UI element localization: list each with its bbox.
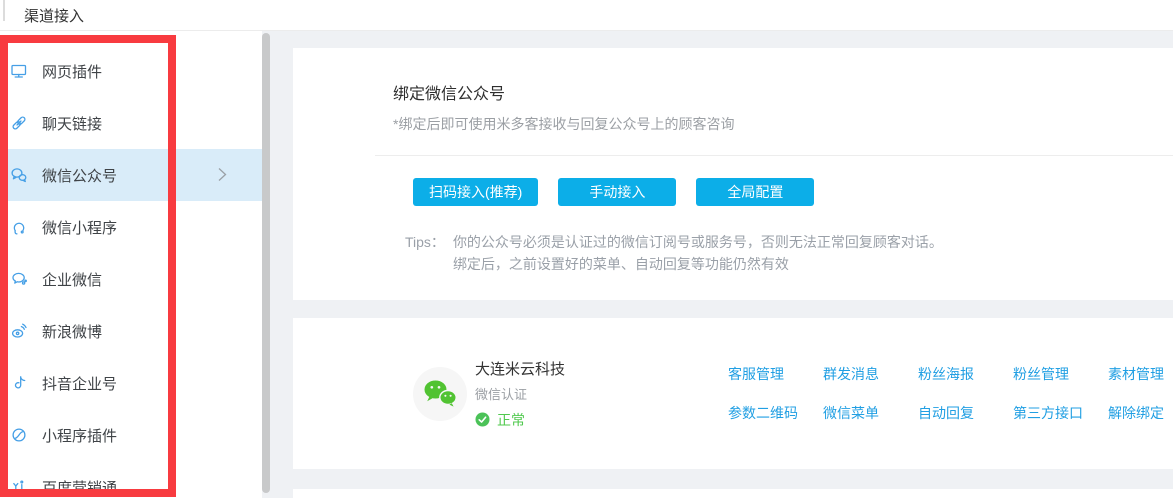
page-title: 渠道接入 xyxy=(24,5,84,26)
account-action-link[interactable]: 群发消息 xyxy=(823,364,879,384)
account-name: 大连米云科技 xyxy=(475,358,565,379)
channel-icon xyxy=(10,62,28,80)
wechat-logo-icon xyxy=(422,378,458,410)
account-action-link[interactable]: 粉丝管理 xyxy=(1013,364,1069,384)
sidebar-item-wecom[interactable]: 企业微信 xyxy=(0,253,262,305)
account-action-link[interactable]: 第三方接口 xyxy=(1013,403,1083,423)
connect-button-manual[interactable]: 手动接入 xyxy=(558,178,676,206)
account-action-link[interactable]: 参数二维码 xyxy=(728,403,798,423)
channel-icon xyxy=(10,322,28,340)
sidebar-item-wechat-miniprogram[interactable]: 微信小程序 xyxy=(0,201,262,253)
sidebar-item-label: 百度营销通 xyxy=(42,477,117,498)
card-title: 绑定微信公众号 xyxy=(393,80,1173,104)
bind-wechat-card: 绑定微信公众号 *绑定后即可使用米多客接收与回复公众号上的顾客咨询 扫码接入(推… xyxy=(293,48,1173,300)
connect-button-scan[interactable]: 扫码接入(推荐) xyxy=(413,178,538,206)
tips-block: Tips： 你的公众号必须是认证过的微信订阅号或服务号，否则无法正常回复顾客对话… xyxy=(405,231,1173,275)
channel-sidebar: 网页插件 聊天链接 xyxy=(0,31,262,498)
sidebar-item-sina-weibo[interactable]: 新浪微博 xyxy=(0,305,262,357)
sidebar-item-douyin-enterprise[interactable]: 抖音企业号 xyxy=(0,357,262,409)
tips-line-2: 绑定后，之前设置好的菜单、自动回复等功能仍然有效 xyxy=(453,253,943,275)
tips-line-1: 你的公众号必须是认证过的微信订阅号或服务号，否则无法正常回复顾客对话。 xyxy=(453,231,943,253)
account-action-link[interactable]: 微信菜单 xyxy=(823,403,879,423)
account-action-link[interactable]: 客服管理 xyxy=(728,364,784,384)
account-action-link[interactable]: 解除绑定 xyxy=(1108,403,1164,423)
connect-button-global[interactable]: 全局配置 xyxy=(696,178,814,206)
page-header: 渠道接入 xyxy=(0,0,1173,31)
sidebar-item-label: 企业微信 xyxy=(42,269,102,290)
status-badge: 正常 xyxy=(497,410,525,430)
account-action-link[interactable]: 自动回复 xyxy=(918,403,974,423)
account-action-link[interactable]: 素材管理 xyxy=(1108,364,1164,384)
account-cert-label: 微信认证 xyxy=(475,384,565,403)
bound-account-card: 大连米云科技 微信认证 正常 客服管理 群发消息 粉丝海报 粉丝管理 素材管理 参数二维… xyxy=(293,318,1173,469)
channel-icon xyxy=(10,270,28,288)
chevron-right-icon xyxy=(217,166,228,188)
sidebar-item-label: 聊天链接 xyxy=(42,113,102,134)
divider xyxy=(375,155,1173,156)
sidebar-item-label: 网页插件 xyxy=(42,61,102,82)
sidebar-item-label: 抖音企业号 xyxy=(42,373,117,394)
next-card-partial xyxy=(293,489,1173,498)
channel-icon xyxy=(10,478,28,496)
sidebar-item-label: 微信公众号 xyxy=(42,165,117,186)
wechat-account-avatar xyxy=(413,367,467,421)
sidebar-item-label: 小程序插件 xyxy=(42,425,117,446)
sidebar-item-label: 新浪微博 xyxy=(42,321,102,342)
channel-icon xyxy=(10,166,28,184)
content-area: 网页插件 聊天链接 xyxy=(0,31,1173,498)
channel-icon xyxy=(10,426,28,444)
channel-icon xyxy=(10,218,28,236)
sidebar-item-miniprogram-plugin[interactable]: 小程序插件 xyxy=(0,409,262,461)
account-actions: 客服管理 群发消息 粉丝海报 粉丝管理 素材管理 参数二维码 微信菜单 自动回复 第三方接口 解… xyxy=(728,364,1173,423)
main-panel: 绑定微信公众号 *绑定后即可使用米多客接收与回复公众号上的顾客咨询 扫码接入(推… xyxy=(262,31,1173,498)
status-check-icon xyxy=(475,412,490,427)
channel-icon xyxy=(10,114,28,132)
sidebar-item-label: 微信小程序 xyxy=(42,217,117,238)
card-subtitle: *绑定后即可使用米多客接收与回复公众号上的顾客咨询 xyxy=(393,114,1173,134)
header-accent-divider xyxy=(3,0,5,21)
account-action-link[interactable]: 粉丝海报 xyxy=(918,364,974,384)
tips-label: Tips： xyxy=(405,231,445,275)
sidebar-item-chat-link[interactable]: 聊天链接 xyxy=(0,97,262,149)
sidebar-item-web-plugin[interactable]: 网页插件 xyxy=(0,45,262,97)
sidebar-scrollbar[interactable] xyxy=(262,33,270,493)
sidebar-item-wechat-official[interactable]: 微信公众号 xyxy=(0,149,262,201)
channel-icon xyxy=(10,374,28,392)
sidebar-item-baidu-marketing[interactable]: 百度营销通 xyxy=(0,461,262,498)
